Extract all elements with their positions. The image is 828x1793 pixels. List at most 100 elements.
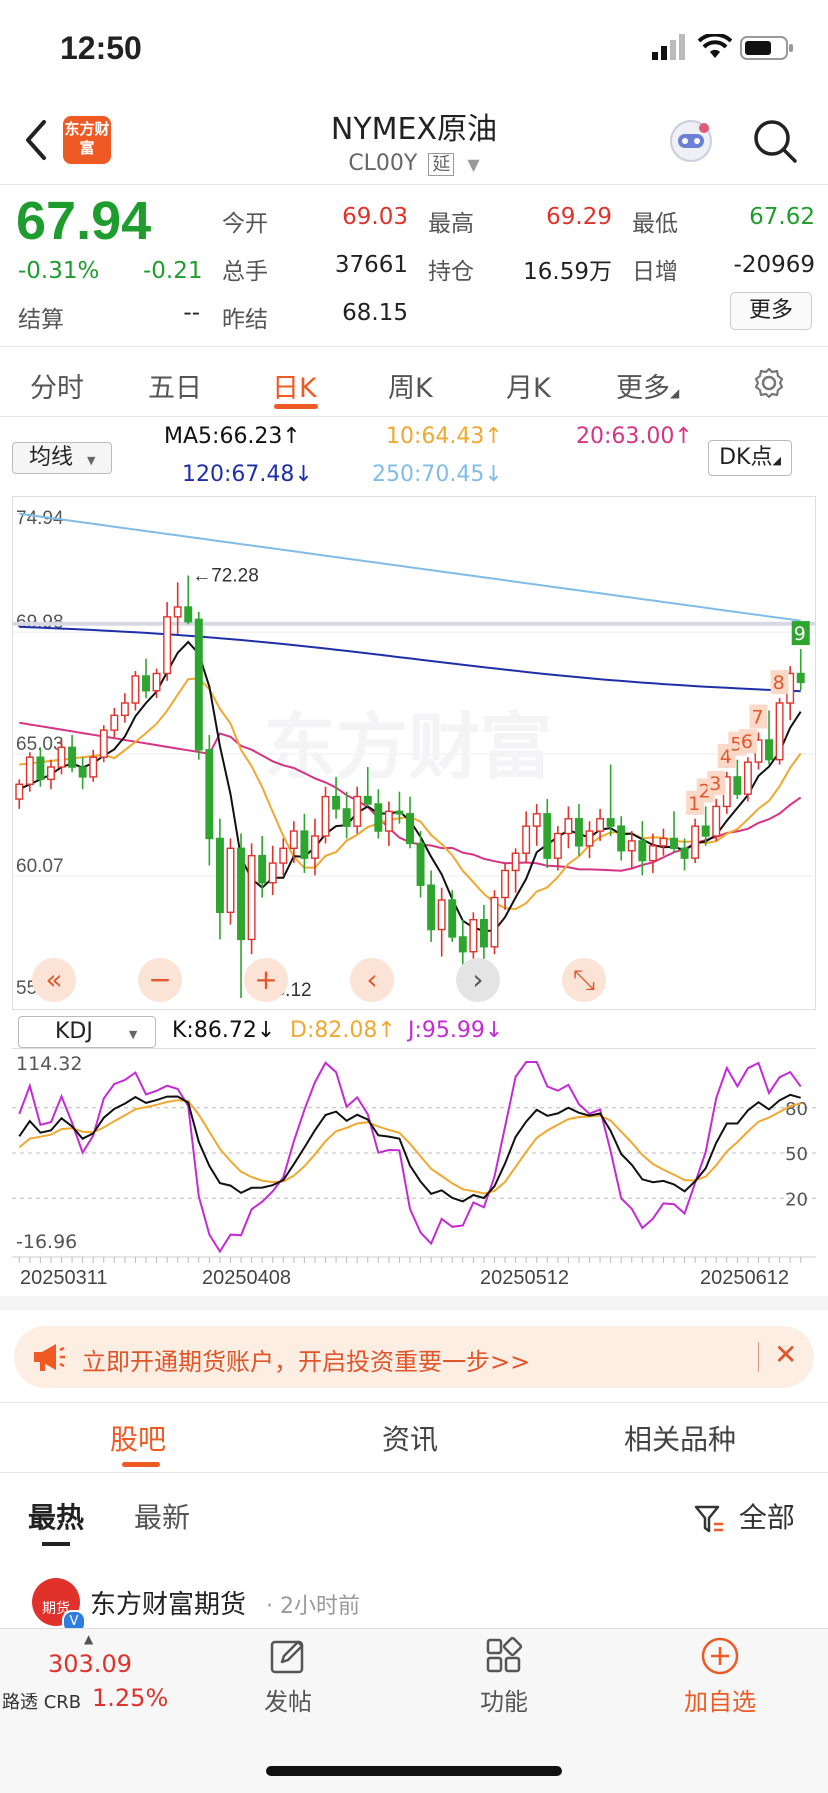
control-glyph: › — [472, 963, 483, 996]
settle-label: 结算 — [18, 307, 64, 333]
candle — [532, 813, 541, 827]
grid-icon — [486, 1636, 523, 1673]
candle — [289, 830, 298, 850]
candle — [194, 618, 203, 751]
tab-weekly-k[interactable]: 周K — [388, 366, 433, 405]
ma250-value: 250:70.45↓ — [372, 462, 503, 487]
active-tab-indicator — [274, 404, 318, 409]
ma250-text: 250:70.45 — [372, 462, 485, 487]
x-axis-date-label: 20250408 — [202, 1267, 291, 1289]
dropdown-triangle-icon: ▼ — [87, 454, 96, 467]
candle — [617, 825, 626, 852]
post-author[interactable]: 东方财富期货 — [90, 1584, 246, 1621]
candle — [184, 606, 193, 623]
x-axis-date-label: 20250512 — [480, 1267, 569, 1289]
tab-monthly-k[interactable]: 月K — [506, 366, 551, 405]
crb-ticker[interactable]: ▲ 303.09 路透 CRB 1.25% — [0, 1632, 180, 1713]
more-button[interactable]: 更多 — [730, 292, 812, 330]
candle — [57, 746, 66, 768]
banner-close-icon[interactable]: ✕ — [774, 1338, 797, 1371]
indicator-selector[interactable]: 均线 ▼ — [12, 442, 112, 474]
candle — [733, 776, 742, 795]
candle — [99, 729, 108, 758]
open-interest-label: 持仓 — [428, 259, 474, 285]
ma10-text: 10:64.43 — [386, 424, 485, 449]
add-watchlist-button[interactable]: 加自选 — [670, 1636, 770, 1717]
open-account-banner[interactable]: 立即开通期货账户，开启投资重要一步>> ✕ — [14, 1326, 814, 1388]
candle — [395, 810, 404, 815]
candle — [406, 813, 414, 845]
candle — [268, 862, 277, 884]
tab-daily-k[interactable]: 日K — [272, 366, 317, 405]
kline-chart[interactable]: 74.9469.9865.0360.0755.12东方财富←72.28←55.1… — [12, 496, 816, 1010]
ma10-arrow-up-icon: ↑ — [484, 424, 503, 449]
candle — [25, 756, 34, 785]
search-icon[interactable] — [752, 118, 798, 168]
ma250-arrow-down-icon: ↓ — [484, 462, 503, 487]
tab-guba[interactable]: 股吧 — [110, 1418, 166, 1458]
candle — [606, 818, 615, 827]
candle — [15, 783, 24, 800]
settings-gear-icon[interactable] — [752, 366, 786, 404]
banner-divider — [758, 1342, 759, 1372]
candle — [384, 810, 393, 832]
control-glyph: − — [148, 963, 171, 996]
tab-intraday[interactable]: 分时 — [30, 366, 84, 405]
sequence-label: 7 — [751, 707, 763, 729]
sequence-label: 6 — [741, 731, 753, 753]
chevron-right-icon[interactable]: › — [456, 958, 500, 1002]
candle — [163, 616, 172, 675]
ma20-value: 20:63.00↑ — [576, 424, 693, 449]
candle — [353, 795, 362, 827]
candle — [110, 714, 119, 731]
kdj-d-value: D:82.08↑ — [290, 1018, 396, 1043]
tab-more[interactable]: 更多◢ — [616, 366, 679, 405]
kdj-selector[interactable]: KDJ ▼ — [18, 1016, 156, 1048]
banner-text: 立即开通期货账户，开启投资重要一步>> — [82, 1348, 531, 1376]
add-watchlist-label: 加自选 — [684, 1688, 756, 1716]
tab-related[interactable]: 相关品种 — [624, 1418, 736, 1458]
zoom-in-icon[interactable]: + — [244, 958, 288, 1002]
settle-value: -- — [183, 300, 200, 326]
megaphone-icon — [30, 1340, 66, 1378]
candle — [173, 606, 182, 618]
candle — [131, 675, 140, 704]
last-price: 67.94 — [16, 191, 152, 251]
subtab-new[interactable]: 最新 — [134, 1496, 190, 1536]
control-glyph: « — [45, 963, 62, 996]
d-arrow-up-icon: ↑ — [377, 1018, 396, 1043]
chevron-left-icon[interactable]: ‹ — [350, 958, 394, 1002]
candle — [448, 899, 457, 938]
candle — [89, 756, 98, 778]
post-time: · 2小时前 — [266, 1594, 360, 1619]
zoom-out-icon[interactable]: − — [138, 958, 182, 1002]
sequence-label: 3 — [709, 773, 721, 795]
dk-point-button[interactable]: DK点◢ — [708, 440, 792, 476]
ma10-value: 10:64.43↑ — [386, 424, 503, 449]
kdj-level-label: 80 — [785, 1099, 808, 1120]
candle — [226, 847, 235, 914]
change-amount: -0.21 — [143, 258, 203, 284]
robot-assistant-icon[interactable] — [666, 116, 716, 170]
tab-five-day[interactable]: 五日 — [148, 366, 202, 405]
kdj-max-label: 114.32 — [16, 1053, 82, 1075]
function-button[interactable]: 功能 — [454, 1636, 554, 1717]
post-button[interactable]: 发帖 — [238, 1636, 338, 1717]
control-glyph: ‹ — [366, 963, 377, 996]
kdj-level-label: 50 — [785, 1144, 808, 1165]
candle — [437, 899, 446, 931]
prev-settle-label: 昨结 — [222, 307, 268, 333]
tab-news[interactable]: 资讯 — [382, 1418, 438, 1458]
subtab-hot[interactable]: 最热 — [28, 1496, 84, 1536]
kdj-k-text: K:86.72 — [172, 1018, 257, 1043]
candle — [258, 854, 267, 884]
open-label: 今开 — [222, 211, 268, 237]
candle — [479, 919, 488, 948]
expand-icon[interactable]: ⤡ — [562, 958, 606, 1002]
filter-button[interactable]: 全部 — [694, 1496, 795, 1536]
sequence-label: 9 — [794, 623, 806, 645]
contract-code: CL00Y — [348, 151, 418, 176]
kdj-chart[interactable]: 80 50 20 114.32 -16.96 20250311 20250408 202505… — [12, 1048, 816, 1310]
prev-settle-value: 68.15 — [342, 300, 408, 326]
double-chevron-left-icon[interactable]: « — [32, 958, 76, 1002]
